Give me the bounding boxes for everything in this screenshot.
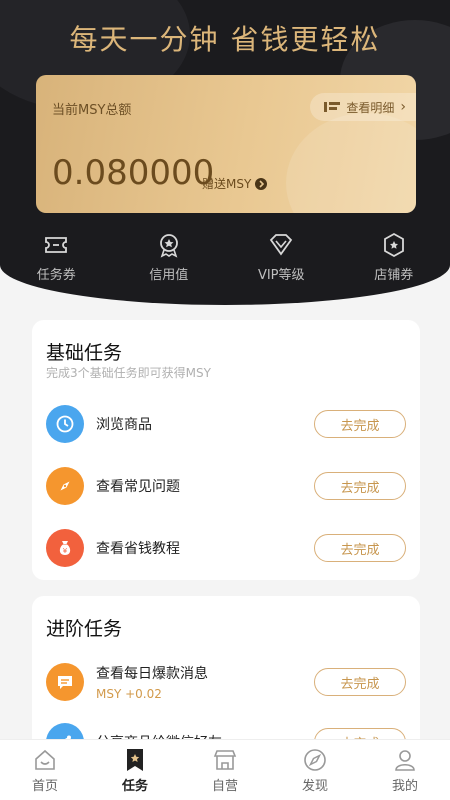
- quick-item-task-ticket[interactable]: 任务券: [11, 232, 101, 283]
- task-row-faq: 查看常见问题 去完成: [46, 464, 406, 508]
- arrow-right-circle-icon: [255, 177, 268, 190]
- basic-tasks-title: 基础任务: [46, 342, 123, 364]
- complete-task-button[interactable]: 去完成: [314, 534, 406, 562]
- task-row-browse-products: 浏览商品 去完成: [46, 402, 406, 446]
- task-name: 查看省钱教程: [96, 541, 180, 557]
- task-page: 每天一分钟 省钱更轻松 当前MSY总额 查看明细 › 0.080000 赠送MS…: [0, 0, 450, 800]
- chevron-right-icon: ›: [400, 99, 406, 115]
- clock-icon: [46, 405, 84, 443]
- tab-home[interactable]: 首页: [0, 740, 90, 800]
- quick-item-label: VIP等级: [257, 268, 305, 283]
- complete-task-button[interactable]: 去完成: [314, 410, 406, 438]
- tab-label: 我的: [391, 778, 418, 794]
- balance-label: 当前MSY总额: [52, 103, 132, 118]
- tab-label: 首页: [31, 778, 58, 794]
- headline: 每天一分钟 省钱更轻松: [69, 23, 381, 56]
- task-row-saving-tutorial: ¥ 查看省钱教程 去完成: [46, 526, 406, 570]
- home-icon: [35, 749, 55, 770]
- gift-msy-label: 赠送MSY: [202, 177, 252, 191]
- balance-card: 当前MSY总额 查看明细 › 0.080000 赠送MSY: [36, 75, 416, 213]
- task-text: 查看每日爆款消息 MSY +0.02: [96, 663, 314, 701]
- task-name: 查看常见问题: [96, 479, 180, 495]
- svg-text:¥: ¥: [63, 547, 68, 555]
- card-sheen: [286, 113, 416, 213]
- complete-task-button[interactable]: 去完成: [314, 668, 406, 696]
- view-details-label: 查看明细: [346, 100, 395, 115]
- advanced-tasks-title: 进阶任务: [46, 618, 123, 640]
- money-bag-icon: ¥: [46, 529, 84, 567]
- list-icon: [324, 102, 341, 112]
- tab-discover[interactable]: 发现: [270, 740, 360, 800]
- balance-value: 0.080000: [52, 153, 215, 193]
- task-bookmark-icon: [127, 748, 143, 771]
- quick-item-label: 任务券: [36, 268, 76, 283]
- task-reward: MSY +0.02: [96, 687, 162, 701]
- task-row-daily-hot-news: 查看每日爆款消息 MSY +0.02 去完成: [46, 660, 406, 704]
- tab-tasks[interactable]: 任务: [90, 740, 180, 800]
- tab-mine[interactable]: 我的: [360, 740, 450, 800]
- view-details-button[interactable]: 查看明细 ›: [310, 93, 416, 121]
- store-icon: [213, 749, 237, 770]
- gift-msy-link[interactable]: 赠送MSY: [202, 175, 268, 192]
- quick-item-label: 店铺券: [374, 268, 414, 283]
- basic-tasks-card: 基础任务 完成3个基础任务即可获得MSY 浏览商品 去完成 查看常见问题 去完成…: [32, 320, 420, 580]
- quick-item-label: 信用值: [149, 268, 189, 283]
- complete-task-button[interactable]: 去完成: [314, 472, 406, 500]
- basic-tasks-subtitle: 完成3个基础任务即可获得MSY: [46, 366, 211, 380]
- message-icon: [46, 663, 84, 701]
- quick-actions: 任务券 信用值 VIP等级 店铺券: [0, 232, 450, 283]
- bottom-tab-bar: 首页 任务 自营 发现 我的: [0, 739, 450, 800]
- tab-label: 发现: [301, 778, 328, 794]
- medal-icon: [159, 234, 178, 258]
- tab-label: 自营: [211, 778, 238, 794]
- compass-icon: [46, 467, 84, 505]
- user-icon: [395, 749, 415, 771]
- shop-hexagon-icon: [383, 232, 404, 258]
- ticket-icon: [45, 237, 68, 253]
- compass-icon: [304, 748, 326, 771]
- task-name: 浏览商品: [96, 417, 152, 433]
- quick-item-vip[interactable]: VIP等级: [236, 232, 326, 283]
- diamond-icon: [270, 234, 293, 256]
- quick-item-shop-coupon[interactable]: 店铺券: [349, 232, 439, 283]
- tab-self-operated[interactable]: 自营: [180, 740, 270, 800]
- quick-item-credit[interactable]: 信用值: [124, 232, 214, 283]
- header-banner: 每天一分钟 省钱更轻松 当前MSY总额 查看明细 › 0.080000 赠送MS…: [0, 0, 450, 305]
- task-name: 查看每日爆款消息: [96, 666, 208, 682]
- tab-label: 任务: [121, 778, 148, 794]
